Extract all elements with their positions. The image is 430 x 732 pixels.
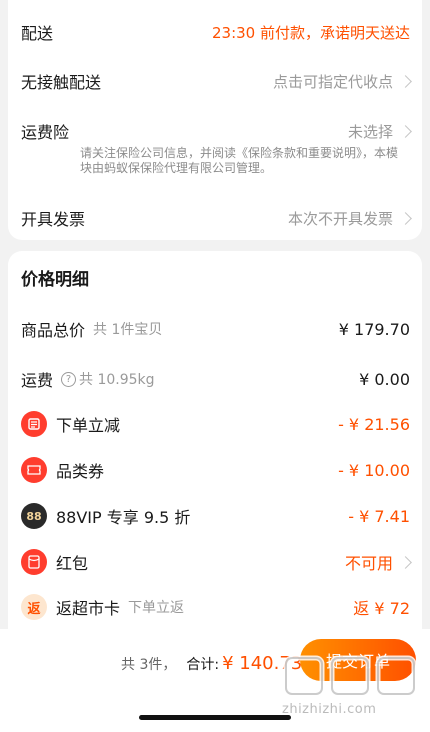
price-detail-title: 价格明细: [21, 270, 89, 290]
invoice-value: 本次不开具发票: [287, 209, 393, 228]
red-packet-icon: [21, 549, 47, 575]
chevron-right-icon: [399, 124, 412, 138]
item-count: 共 3件，: [121, 657, 177, 673]
discount-icon: [21, 411, 47, 437]
invoice-label: 开具发票: [21, 210, 86, 229]
freight-label: 运费: [21, 371, 54, 390]
freight-sub: 共 10.95kg: [79, 372, 155, 388]
contactless-label: 无接触配送: [21, 73, 102, 92]
total-label: 合计:: [186, 657, 220, 673]
chevron-right-icon: [399, 74, 412, 88]
category-coupon-value: - ¥ 10.00: [338, 460, 410, 480]
invoice-row[interactable]: 开具发票 本次不开具发票: [21, 206, 412, 230]
goods-total-label: 商品总价: [21, 321, 86, 340]
vip-badge-icon: 88: [21, 503, 47, 529]
price-detail-header: 价格明细: [21, 265, 410, 290]
category-coupon-label: 品类券: [56, 462, 105, 481]
supermarket-card-row: 返 返超市卡 下单立返 返 ¥ 72: [21, 594, 410, 620]
insurance-value: 未选择: [347, 122, 393, 141]
freight-value: ¥ 0.00: [359, 369, 410, 389]
goods-total-sub: 共 1件宝贝: [93, 322, 163, 338]
contactless-value: 点击可指定代收点: [272, 72, 393, 91]
chevron-right-icon: [399, 555, 412, 569]
contactless-row[interactable]: 无接触配送 点击可指定代收点: [21, 69, 412, 93]
submit-order-button[interactable]: 提交订单: [300, 639, 416, 681]
goods-total-row: 商品总价 共 1件宝贝 ¥ 179.70: [21, 317, 410, 341]
shipping-label: 配送: [21, 24, 54, 43]
instant-discount-row: 下单立减 - ¥ 21.56: [21, 411, 410, 437]
red-packet-label: 红包: [56, 554, 89, 573]
chevron-right-icon: [399, 211, 412, 225]
insurance-label: 运费险: [21, 123, 70, 142]
vip-row: 88 88VIP 专享 9.5 折 - ¥ 7.41: [21, 503, 410, 529]
insurance-notice: 请关注保险公司信息，并阅读《保险条款和重要说明》，本模块由蚂蚁保保险代理有限公司…: [80, 146, 399, 175]
question-icon[interactable]: ?: [61, 371, 77, 387]
red-packet-row[interactable]: 红包 不可用: [21, 549, 412, 575]
price-detail-card: 价格明细 商品总价 共 1件宝贝 ¥ 179.70 运费 ? 共 10.95kg…: [8, 251, 422, 641]
vip-value: - ¥ 7.41: [348, 506, 410, 526]
instant-discount-label: 下单立减: [56, 416, 121, 435]
goods-total-value: ¥ 179.70: [338, 319, 410, 339]
rebate-icon: 返: [21, 594, 47, 620]
category-coupon-row: 品类券 - ¥ 10.00: [21, 457, 410, 483]
supermarket-label: 返超市卡: [56, 599, 121, 618]
red-packet-value: 不可用: [344, 554, 393, 573]
home-indicator: [139, 715, 291, 720]
supermarket-sub: 下单立返: [128, 600, 185, 616]
freight-row: 运费 ? 共 10.95kg ¥ 0.00: [21, 367, 410, 391]
insurance-row[interactable]: 运费险 未选择: [21, 119, 412, 143]
instant-discount-value: - ¥ 21.56: [338, 414, 410, 434]
coupon-icon: [21, 457, 47, 483]
order-total: 共 3件， 合计: ¥ 140.73: [121, 653, 302, 674]
shipping-value: 23:30 前付款，承诺明天送达: [212, 23, 410, 42]
supermarket-value: 返 ¥ 72: [353, 599, 410, 618]
watermark-text: zhizhizhi.com: [282, 702, 377, 717]
total-amount: ¥ 140.73: [222, 653, 303, 674]
shipping-row: 配送 23:30 前付款，承诺明天送达: [21, 20, 410, 44]
delivery-card: 配送 23:30 前付款，承诺明天送达 无接触配送 点击可指定代收点 运费险 未…: [8, 0, 422, 240]
vip-label: 88VIP 专享 9.5 折: [56, 508, 191, 527]
